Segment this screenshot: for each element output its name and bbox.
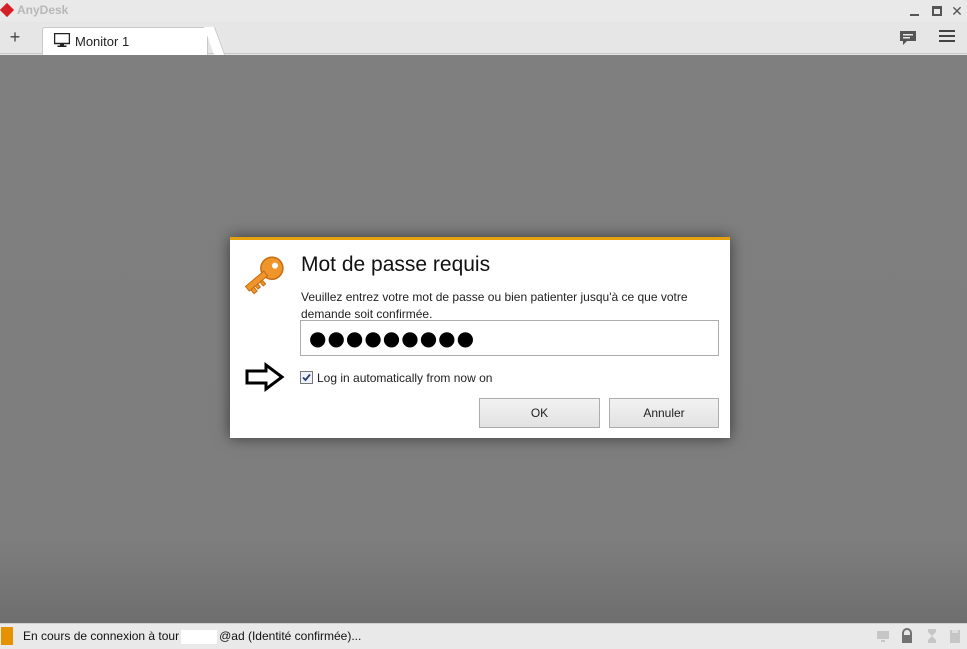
status-text-start: En cours de connexion à tour (23, 629, 180, 643)
hourglass-status-icon[interactable] (925, 628, 939, 644)
minimize-button[interactable] (906, 2, 924, 20)
disk-icon[interactable] (948, 628, 962, 644)
close-button[interactable]: ✕ (948, 2, 966, 20)
dialog-title: Mot de passe requis (301, 253, 491, 276)
tab-monitor-1[interactable]: Monitor 1 (42, 27, 208, 55)
arrow-right-icon (245, 362, 285, 392)
key-icon (244, 256, 284, 295)
status-bar: En cours de connexion à tour @ad (Identit… (0, 623, 967, 649)
add-tab-button[interactable]: + (6, 27, 24, 47)
chat-icon[interactable] (899, 30, 917, 46)
auto-login-checkbox[interactable] (300, 371, 313, 384)
maximize-icon (932, 6, 942, 16)
redacted-block (181, 629, 218, 644)
monitor-icon (54, 33, 70, 47)
anydesk-logo-icon (0, 2, 15, 18)
title-bar: AnyDesk ✕ (0, 0, 967, 22)
tab-label: Monitor 1 (75, 34, 130, 49)
app-title: AnyDesk (17, 3, 69, 17)
monitor-status-icon[interactable] (876, 628, 890, 644)
cancel-button[interactable]: Annuler (609, 398, 719, 428)
dialog-message: Veuillez entrez votre mot de passe ou bi… (301, 290, 688, 321)
status-text-end: @ad (Identité confirmée)... (219, 629, 362, 643)
minimize-icon (910, 14, 919, 16)
checkmark-icon (302, 373, 311, 382)
hamburger-menu-icon[interactable] (939, 30, 955, 46)
ok-button[interactable]: OK (479, 398, 600, 428)
maximize-button[interactable] (928, 2, 946, 20)
tab-bar: + Monitor 1 (0, 22, 967, 55)
lock-icon[interactable] (900, 628, 914, 644)
password-field[interactable]: ●●●●●●●●● (300, 320, 719, 356)
hourglass-icon (1, 627, 13, 645)
status-text: En cours de connexion à tour @ad (Identit… (23, 629, 361, 644)
auto-login-label[interactable]: Log in automatically from now on (317, 371, 492, 385)
password-dialog: Mot de passe requis Veuillez entrez votr… (230, 237, 730, 438)
